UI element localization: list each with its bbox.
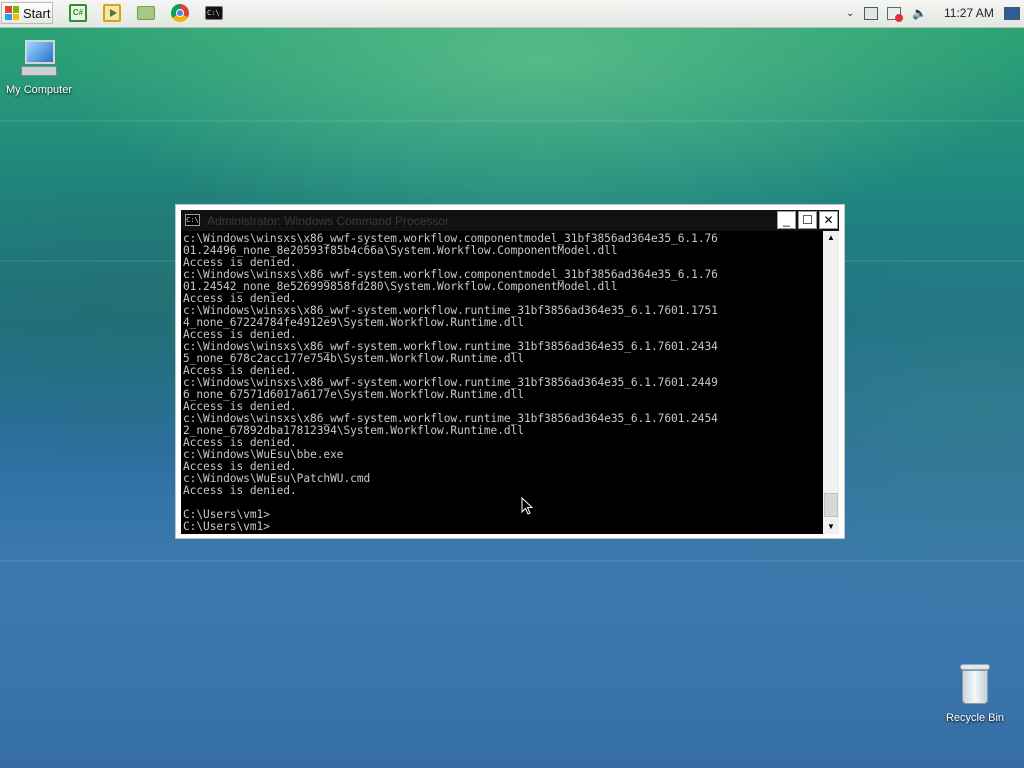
command-prompt-window[interactable]: C:\ Administrator: Windows Command Proce… xyxy=(175,204,845,539)
network-icon[interactable] xyxy=(864,7,878,20)
recycle-bin-shortcut[interactable]: Recycle Bin xyxy=(940,664,1010,724)
my-computer-label: My Computer xyxy=(5,84,73,96)
mouse-cursor-icon xyxy=(521,497,533,515)
show-desktop-icon[interactable] xyxy=(1004,7,1020,20)
wallpaper-streak xyxy=(0,560,1024,562)
tray-expand-icon[interactable]: ⌄ xyxy=(846,8,854,19)
recycle-bin-label: Recycle Bin xyxy=(945,712,1005,724)
console-output-area[interactable]: c:\Windows\winsxs\x86_wwf-system.workflo… xyxy=(181,231,823,534)
console-output: c:\Windows\winsxs\x86_wwf-system.workflo… xyxy=(183,232,718,533)
explorer-folder-icon[interactable] xyxy=(137,6,155,20)
start-label: Start xyxy=(23,5,51,21)
chrome-icon[interactable] xyxy=(171,4,189,22)
scroll-up-arrow-icon[interactable]: ▲ xyxy=(823,231,839,245)
start-button[interactable]: Start xyxy=(1,2,53,24)
recycle-bin-icon xyxy=(958,664,992,706)
action-center-icon[interactable] xyxy=(887,7,903,22)
scroll-thumb[interactable] xyxy=(824,493,838,517)
clock[interactable]: 11:27 AM xyxy=(944,6,994,20)
csharp-icon[interactable]: C# xyxy=(69,4,87,22)
cmd-window-icon[interactable]: C:\ xyxy=(185,214,200,226)
taskbar: Start C# C:\ ⌄ 🔈 11:27 AM xyxy=(0,0,1024,28)
scroll-down-arrow-icon[interactable]: ▼ xyxy=(823,520,839,534)
my-computer-shortcut[interactable]: My Computer xyxy=(2,38,76,96)
minimize-button[interactable]: _ xyxy=(777,211,796,229)
volume-icon[interactable]: 🔈 xyxy=(912,7,927,20)
window-titlebar[interactable]: C:\ Administrator: Windows Command Proce… xyxy=(181,210,839,231)
windows-logo-icon xyxy=(5,6,19,20)
vertical-scrollbar[interactable]: ▲ ▼ xyxy=(823,231,839,534)
window-title: Administrator: Windows Command Processor xyxy=(207,214,450,228)
close-button[interactable]: ✕ xyxy=(819,211,838,229)
maximize-button[interactable]: ☐ xyxy=(798,211,817,229)
cmd-icon[interactable]: C:\ xyxy=(205,6,223,20)
media-player-icon[interactable] xyxy=(103,4,121,22)
computer-icon xyxy=(17,38,61,80)
wallpaper-streak xyxy=(0,120,1024,122)
